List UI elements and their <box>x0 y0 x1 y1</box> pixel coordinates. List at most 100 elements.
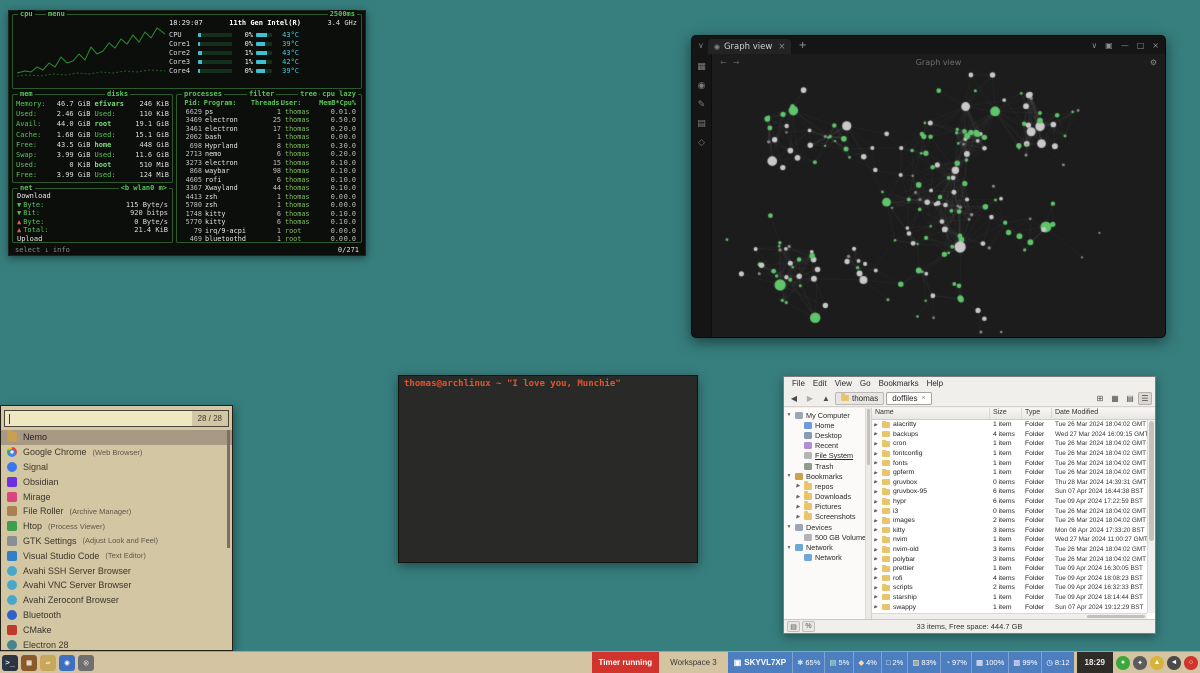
sidebar-item[interactable]: ▶repos <box>784 481 871 491</box>
launcher-item[interactable]: Bluetooth <box>1 608 232 623</box>
launcher-item[interactable]: Avahi VNC Server Browser <box>1 578 232 593</box>
graph-canvas[interactable] <box>712 70 1165 337</box>
layout-icon[interactable]: ▣ <box>1105 41 1113 50</box>
taskbar-clock[interactable]: 18:29 <box>1077 652 1113 673</box>
process-row[interactable]: 1748kitty6thomas0.10.0 <box>180 210 358 219</box>
expander-icon[interactable]: ▶ <box>795 494 801 500</box>
file-row[interactable]: ▶gpferm1 itemFolderTue 26 Mar 2024 18:04… <box>872 468 1155 478</box>
file-row[interactable]: ▶cron1 itemFolderTue 26 Mar 2024 18:04:0… <box>872 439 1155 449</box>
systray-icon[interactable]: ✦ <box>1133 656 1147 670</box>
launcher-item[interactable]: Avahi SSH Server Browser <box>1 563 232 578</box>
systray-icon[interactable]: ● <box>1116 656 1130 670</box>
file-row[interactable]: ▶images2 itemsFolderTue 26 Mar 2024 18:0… <box>872 516 1155 526</box>
sidebar-item[interactable]: Recent <box>784 441 871 451</box>
column-date-modified[interactable]: Date Modified <box>1052 408 1155 419</box>
menu-item[interactable]: File <box>788 379 809 388</box>
expander-icon[interactable]: ▶ <box>874 585 879 591</box>
expander-icon[interactable]: ▶ <box>874 441 879 447</box>
tray-app-icon[interactable]: ◉ <box>59 655 75 671</box>
systray-icon[interactable]: ◄ <box>1167 656 1181 670</box>
refresh-rate[interactable]: 2500ms <box>328 10 357 18</box>
process-row[interactable]: 3469electron25thomas0.50.0 <box>180 116 358 125</box>
launcher-item[interactable]: Electron 28 <box>1 637 232 652</box>
tray-app-icon[interactable]: ◎ <box>78 655 94 671</box>
host-indicator[interactable]: ▣SKYVL7XP <box>728 658 792 667</box>
systray-icon[interactable]: ▲ <box>1150 656 1164 670</box>
up-button[interactable]: ▲ <box>819 392 833 405</box>
menu-item[interactable]: View <box>831 379 856 388</box>
maximize-icon[interactable]: □ <box>1137 41 1145 50</box>
process-row[interactable]: 2062bash1thomas0.00.0 <box>180 133 358 142</box>
process-row[interactable]: 3273electron15thomas0.10.0 <box>180 159 358 168</box>
chevron-down-icon[interactable]: ∨ <box>698 41 704 50</box>
launcher-item[interactable]: Nemo <box>1 430 232 445</box>
expander-icon[interactable]: ▶ <box>795 514 801 520</box>
thumbnail-view-button[interactable]: ▦ <box>1108 392 1122 405</box>
back-button[interactable]: ◀ <box>787 392 801 405</box>
expander-icon[interactable]: ▶ <box>795 504 801 510</box>
process-row[interactable]: 79irq/9-acpi1root0.00.0 <box>180 227 358 236</box>
expander-icon[interactable]: ▶ <box>874 594 879 600</box>
tray-app-icon[interactable]: ▱ <box>40 655 56 671</box>
tree-button[interactable]: tree <box>298 90 319 98</box>
sidebar-item[interactable]: ▼My Computer <box>784 410 871 420</box>
menu-item[interactable]: Bookmarks <box>875 379 923 388</box>
monitor-item[interactable]: ✱65% <box>792 652 824 673</box>
launcher-item[interactable]: Google Chrome(Web Browser) <box>1 445 232 460</box>
vertical-scrollbar[interactable] <box>1147 420 1155 613</box>
process-row[interactable]: 3461electron17thomas0.20.0 <box>180 125 358 134</box>
path-button-home[interactable]: thomas <box>835 392 884 405</box>
mem-box-title[interactable]: mem <box>18 90 35 98</box>
system-monitor-window[interactable]: cpu menu 2500ms 18:29:07 11th Gen Intel(… <box>8 10 366 256</box>
file-row[interactable]: ▶nvim1 itemFolderWed 27 Mar 2024 11:00:2… <box>872 535 1155 545</box>
compact-view-button[interactable]: ▤ <box>1123 392 1137 405</box>
file-row[interactable]: ▶swappy1 itemFolderSun 07 Apr 2024 19:12… <box>872 602 1155 612</box>
file-row[interactable]: ▶gruvbox-956 itemsFolderSun 07 Apr 2024 … <box>872 487 1155 497</box>
tray-app-icon[interactable]: >_ <box>2 655 18 671</box>
menu-item[interactable]: Help <box>923 379 947 388</box>
process-row[interactable]: 2713nemo6thomas0.20.0 <box>180 150 358 159</box>
monitor-item[interactable]: ◆4% <box>853 652 881 673</box>
monitor-item[interactable]: ▨83% <box>907 652 940 673</box>
expander-icon[interactable]: ▶ <box>874 451 879 457</box>
search-input[interactable] <box>5 411 192 426</box>
monitor-item[interactable]: □2% <box>881 652 907 673</box>
ribbon-icon[interactable]: ◇ <box>698 138 705 148</box>
ribbon-icon[interactable]: ▤ <box>697 119 706 129</box>
tab-graph-view[interactable]: ◉ Graph view × <box>708 39 792 54</box>
file-row[interactable]: ▶nvim-old3 itemsFolderTue 26 Mar 2024 18… <box>872 545 1155 555</box>
tab-close-icon[interactable]: × <box>778 42 785 52</box>
app-launcher-menu[interactable]: 28 / 28 Nemo Google Chrome(Web Browser) … <box>0 405 233 651</box>
process-row[interactable]: 3367Xwayland44thomas0.10.0 <box>180 184 358 193</box>
expander-icon[interactable]: ▶ <box>874 499 879 505</box>
close-icon[interactable]: × <box>1152 41 1159 50</box>
file-row[interactable]: ▶scripts2 itemsFolderTue 09 Apr 2024 16:… <box>872 583 1155 593</box>
icon-view-button[interactable]: ⊞ <box>1093 392 1107 405</box>
cpu-box-title[interactable]: cpu <box>18 10 35 18</box>
expander-icon[interactable]: ▶ <box>874 604 879 610</box>
monitor-item[interactable]: ▤5% <box>824 652 853 673</box>
column-name[interactable]: Name <box>872 408 990 419</box>
terminal-window[interactable]: thomas@archlinux ~ "I love you, Munchie" <box>398 375 698 563</box>
process-row[interactable]: 698Hyprland8thomas0.30.0 <box>180 142 358 151</box>
new-tab-icon[interactable]: + <box>795 40 809 51</box>
sidebar-item[interactable]: Home <box>784 420 871 430</box>
window-menu-chevron-icon[interactable]: ∨ <box>1091 41 1097 50</box>
workspace-indicator[interactable]: Workspace 3 <box>662 658 725 667</box>
sidebar-item[interactable]: File System <box>784 451 871 461</box>
process-row[interactable]: 4605rofi6thomas0.10.0 <box>180 176 358 185</box>
sidebar-item[interactable]: ▶Screenshots <box>784 512 871 522</box>
net-box-title[interactable]: net <box>18 184 35 192</box>
monitor-item[interactable]: ▩99% <box>1008 652 1041 673</box>
tab-dotfiles[interactable]: doffiles× <box>886 392 931 405</box>
expander-icon[interactable]: ▶ <box>874 431 879 437</box>
sidebar-item[interactable]: ▼Network <box>784 542 871 552</box>
file-row[interactable]: ▶prettier1 itemFolderTue 09 Apr 2024 16:… <box>872 564 1155 574</box>
file-row[interactable]: ▶gruvbox0 itemsFolderThu 28 Mar 2024 14:… <box>872 478 1155 488</box>
launcher-item[interactable]: Htop(Process Viewer) <box>1 519 232 534</box>
file-row[interactable]: ▶alacritty1 itemFolderTue 26 Mar 2024 18… <box>872 420 1155 430</box>
sidebar-item[interactable]: ▼Devices <box>784 522 871 532</box>
obsidian-graph-window[interactable]: ∨ ◉ Graph view × + ∨ ▣ — □ × ▦ ◉ ✎ <box>691 35 1166 338</box>
sidebar-item[interactable]: Desktop <box>784 430 871 440</box>
disks-box-title[interactable]: disks <box>105 90 130 98</box>
